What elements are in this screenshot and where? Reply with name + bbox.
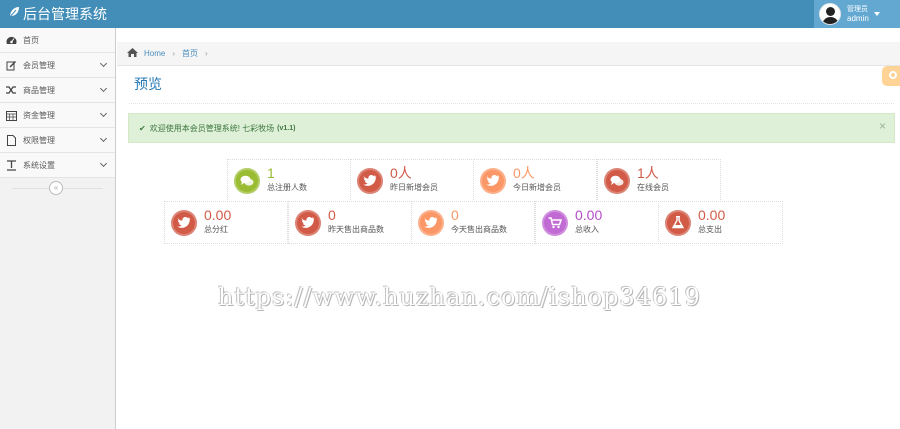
breadcrumb-separator: › xyxy=(172,49,176,58)
file-icon xyxy=(5,134,17,146)
stat-value: 0人 xyxy=(390,165,412,181)
chevron-down-icon xyxy=(99,59,108,68)
stat-total-dividend: 0.00 总分红 xyxy=(164,201,288,244)
chevron-down-icon xyxy=(99,159,108,168)
stat-today-new-members: 0人今日新增会员 xyxy=(473,159,597,202)
stat-total-income: 0.00 总收入 xyxy=(535,201,659,244)
settings-toggle[interactable] xyxy=(882,66,900,86)
sidebar-item-label: 资金管理 xyxy=(23,110,55,120)
stat-value: 0 xyxy=(451,207,459,223)
stat-label: 今天售出商品数 xyxy=(451,225,507,234)
alert-message: 欢迎使用本会员管理系统! 七彩牧场 xyxy=(149,123,275,133)
sidebar-item-products[interactable]: 商品管理 xyxy=(0,78,115,103)
avatar xyxy=(819,3,841,25)
twitter-icon xyxy=(357,167,383,194)
flask-icon xyxy=(665,209,691,236)
leaf-icon xyxy=(8,5,20,23)
brand-title: 后台管理系统 xyxy=(23,6,107,22)
stat-label: 总支出 xyxy=(698,225,722,234)
twitter-icon xyxy=(171,209,197,236)
edit-icon xyxy=(5,59,17,71)
twitter-icon xyxy=(295,209,321,236)
comments-icon xyxy=(604,167,630,194)
brand[interactable]: 后台管理系统 xyxy=(8,5,107,23)
stat-label: 今日新增会员 xyxy=(513,183,561,192)
sidebar-item-label: 首页 xyxy=(23,35,39,45)
stat-yesterday-sold: 0 昨天售出商品数 xyxy=(288,201,412,244)
top-navbar: 后台管理系统 管理员 admin xyxy=(0,0,900,28)
stat-online-members: 1人在线会员 xyxy=(597,159,721,202)
user-name: admin xyxy=(847,14,869,23)
user-menu[interactable]: 管理员 admin xyxy=(814,0,900,28)
gear-icon xyxy=(882,71,900,88)
random-icon xyxy=(5,84,17,96)
sidebar-item-permissions[interactable]: 权限管理 xyxy=(0,128,115,153)
user-role: 管理员 xyxy=(847,6,868,13)
stat-value: 0.00 xyxy=(204,207,232,223)
stat-label: 在线会员 xyxy=(637,183,669,192)
breadcrumb-home[interactable]: Home xyxy=(144,49,165,58)
twitter-icon xyxy=(418,209,444,236)
text-width-icon xyxy=(5,159,17,171)
breadcrumb-separator: › xyxy=(205,49,208,58)
stat-total-registered: 1 总注册人数 xyxy=(227,159,351,202)
sidebar-item-home[interactable]: 首页 xyxy=(0,28,115,53)
home-icon xyxy=(127,48,138,59)
page-title: 预览 xyxy=(134,76,162,92)
dashboard-icon xyxy=(5,34,17,46)
stat-label: 总收入 xyxy=(575,225,599,234)
sidebar-item-settings[interactable]: 系统设置 xyxy=(0,153,115,178)
welcome-alert: ✔ 欢迎使用本会员管理系统! 七彩牧场 (v1.1) × xyxy=(128,113,895,143)
sidebar-item-members[interactable]: 会员管理 xyxy=(0,53,115,78)
calendar-icon xyxy=(5,109,17,121)
breadcrumb: Home › 首页 › xyxy=(117,42,900,66)
sidebar: 首页 会员管理 商品管理 资金管理 权限管理 系统设置 « xyxy=(0,28,116,429)
chevron-down-icon xyxy=(99,134,108,143)
alert-version: (v1.1) xyxy=(277,124,296,132)
sidebar-item-label: 会员管理 xyxy=(23,60,55,70)
stat-value: 1 xyxy=(267,165,275,181)
sidebar-collapse: « xyxy=(0,178,115,199)
chevron-down-icon xyxy=(99,84,108,93)
close-icon[interactable]: × xyxy=(879,119,886,133)
comments-icon xyxy=(234,167,260,194)
breadcrumb-current[interactable]: 首页 xyxy=(182,48,198,59)
stat-yesterday-new-members: 0人昨日新增会员 xyxy=(350,159,474,202)
stat-value: 0 xyxy=(328,207,336,223)
chevron-down-icon xyxy=(99,109,108,118)
stat-today-sold: 0 今天售出商品数 xyxy=(411,201,535,244)
shopping-cart-icon xyxy=(542,209,568,236)
stat-value: 1人 xyxy=(637,165,659,181)
caret-down-icon xyxy=(873,12,880,16)
sidebar-item-funds[interactable]: 资金管理 xyxy=(0,103,115,128)
stat-label: 昨日新增会员 xyxy=(390,183,438,192)
stat-total-expense: 0.00 总支出 xyxy=(658,201,783,244)
stat-value: 0.00 xyxy=(698,207,726,223)
check-icon: ✔ xyxy=(139,123,146,133)
stat-label: 总分红 xyxy=(204,225,228,234)
twitter-icon xyxy=(480,167,506,194)
watermark-text: https://www.huzhan.com/ishop34619 xyxy=(218,283,701,311)
divider xyxy=(129,103,894,104)
collapse-icon[interactable]: « xyxy=(49,181,63,195)
sidebar-item-label: 权限管理 xyxy=(23,135,55,145)
stat-label: 昨天售出商品数 xyxy=(328,225,384,234)
sidebar-item-label: 商品管理 xyxy=(23,85,55,95)
sidebar-item-label: 系统设置 xyxy=(23,160,55,170)
stat-label: 总注册人数 xyxy=(267,183,307,192)
stat-value: 0人 xyxy=(513,165,535,181)
stat-value: 0.00 xyxy=(575,207,603,223)
